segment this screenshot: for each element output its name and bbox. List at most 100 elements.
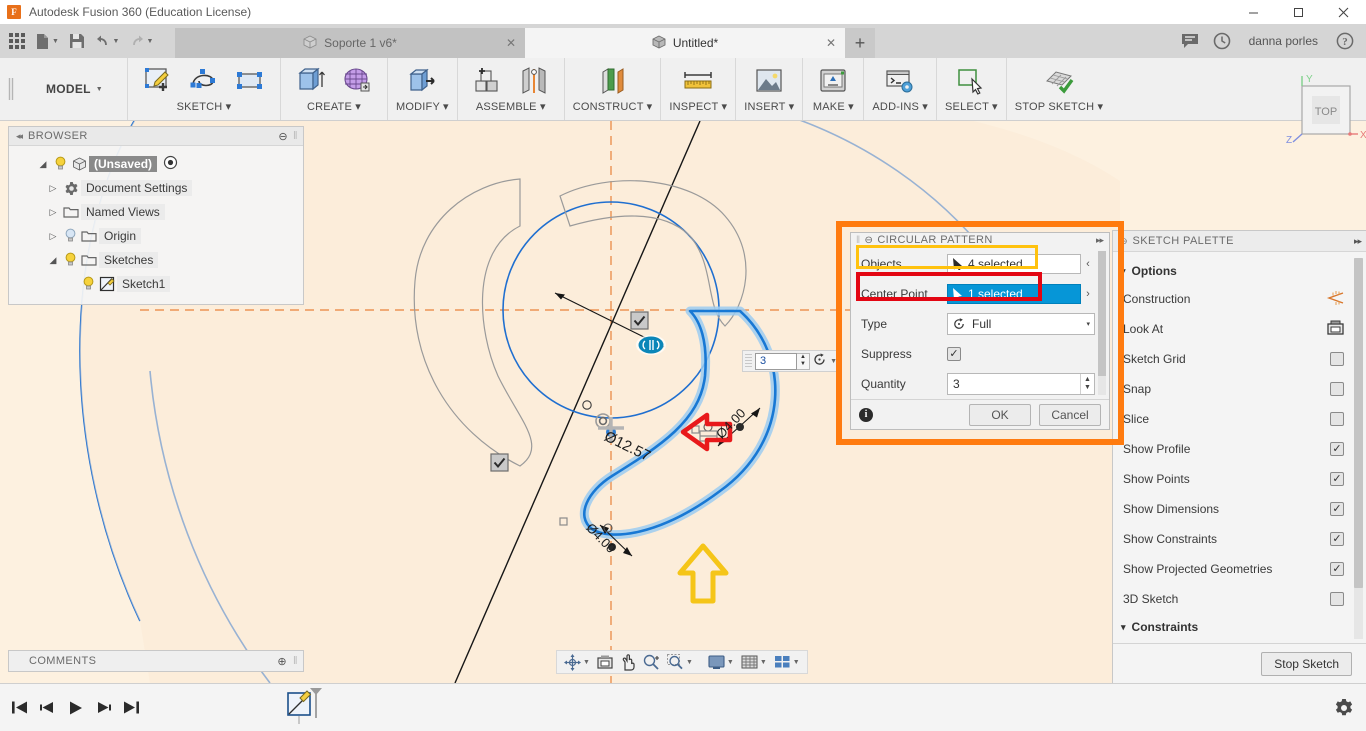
palette-row-show-constraints[interactable]: Show Constraints ✓ (1113, 524, 1366, 554)
visibility-bulb-icon[interactable] (61, 228, 79, 245)
go-to-beginning-button[interactable] (6, 693, 32, 723)
minimize-panel-icon[interactable]: ⊖ (278, 130, 288, 143)
add-comment-icon[interactable]: ⊕ (277, 655, 287, 668)
new-tab-button[interactable]: + (845, 28, 875, 58)
palette-row-sketch-grid[interactable]: Sketch Grid (1113, 344, 1366, 374)
tree-node-sketches[interactable]: ◢ Sketches (9, 248, 303, 272)
palette-row-3d-sketch[interactable]: 3D Sketch (1113, 584, 1366, 614)
3d-print-icon[interactable] (811, 61, 855, 101)
help-icon[interactable]: ? (1330, 26, 1360, 56)
sketch-grid-checkbox[interactable] (1330, 352, 1344, 366)
palette-scroll-thumb[interactable] (1354, 258, 1363, 588)
palette-row-look-at[interactable]: Look At (1113, 314, 1366, 344)
look-at-icon[interactable] (594, 651, 616, 673)
center-point-select-arrow-icon[interactable]: › (1081, 288, 1095, 300)
close-icon[interactable]: ✕ (826, 36, 836, 50)
ribbon-group-label[interactable]: INSERT ▾ (744, 100, 794, 116)
palette-row-show-points[interactable]: Show Points ✓ (1113, 464, 1366, 494)
objects-select-arrow-icon[interactable]: ‹ (1081, 258, 1095, 270)
circular-pattern-type-icon[interactable] (812, 352, 827, 370)
palette-row-show-profile[interactable]: Show Profile ✓ (1113, 434, 1366, 464)
canvas-quantity-input-group[interactable]: 3 ▲ ▼ ▼ (742, 350, 842, 372)
show-constraints-checkbox[interactable]: ✓ (1330, 532, 1344, 546)
slice-checkbox[interactable] (1330, 412, 1344, 426)
save-button[interactable] (64, 26, 90, 56)
show-projected-geometries-checkbox[interactable]: ✓ (1330, 562, 1344, 576)
grid-snaps-icon[interactable]: ▼ (738, 651, 770, 673)
ribbon-group-label[interactable]: SELECT ▾ (945, 100, 998, 116)
ribbon-group-label[interactable]: MODIFY ▾ (396, 100, 449, 116)
panel-grip[interactable]: ‖ (293, 130, 298, 142)
section-constraints[interactable]: ▾ Constraints (1113, 614, 1366, 640)
minimize-dialog-icon[interactable]: ⊖ (865, 235, 874, 246)
viewports-icon[interactable]: ▼ (771, 651, 803, 673)
workspace-selector[interactable]: MODEL ▼ (22, 58, 127, 120)
expand-arrow-icon[interactable]: ▷ (45, 207, 61, 218)
stop-sketch-button[interactable]: Stop Sketch (1261, 651, 1352, 676)
create-sketch-icon[interactable] (136, 61, 180, 101)
ribbon-group-label[interactable]: STOP SKETCH ▾ (1015, 100, 1103, 116)
drag-grip[interactable] (745, 354, 752, 368)
new-component-icon[interactable] (466, 61, 510, 101)
palette-row-show-projected-geometries[interactable]: Show Projected Geometries ✓ (1113, 554, 1366, 584)
measure-icon[interactable] (676, 61, 720, 101)
go-to-end-button[interactable] (118, 693, 144, 723)
new-document-button[interactable]: ▼ (30, 26, 64, 56)
quantity-stepper[interactable]: ▲ ▼ (1080, 374, 1094, 395)
dialog-scrollbar[interactable] (1098, 251, 1106, 396)
ribbon-group-label[interactable]: INSPECT ▾ (669, 100, 727, 116)
expand-arrow-icon[interactable]: ▷ (45, 231, 61, 242)
maximize-button[interactable] (1276, 0, 1321, 24)
form-icon[interactable] (335, 61, 379, 101)
suppress-checkbox[interactable]: ✓ (947, 347, 961, 362)
username-label[interactable]: danna porles (1239, 34, 1328, 48)
show-dimensions-checkbox[interactable]: ✓ (1330, 502, 1344, 516)
visibility-bulb-icon[interactable] (79, 276, 97, 293)
collapse-icon[interactable]: ▸▸ (1354, 236, 1362, 247)
clock-icon[interactable] (1207, 26, 1237, 56)
quantity-input[interactable]: 3 ▲ ▼ (947, 373, 1095, 396)
palette-scrollbar[interactable] (1354, 258, 1363, 639)
tree-node-origin[interactable]: ▷ Origin (9, 224, 303, 248)
3d-sketch-checkbox[interactable] (1330, 592, 1344, 606)
palette-row-construction[interactable]: Construction (1113, 284, 1366, 314)
canvas-quantity-input[interactable]: 3 (755, 352, 797, 370)
ok-button[interactable]: OK (969, 403, 1031, 426)
offset-plane-icon[interactable] (591, 61, 635, 101)
timeline-track[interactable] (144, 684, 1322, 731)
ribbon-grip[interactable] (0, 58, 22, 120)
palette-row-snap[interactable]: Snap (1113, 374, 1366, 404)
ribbon-group-label[interactable]: ADD-INS ▾ (872, 100, 928, 116)
display-settings-icon[interactable]: ▼ (705, 651, 737, 673)
expand-arrow-icon[interactable]: ▷ (45, 183, 61, 194)
viewcube[interactable]: TOP Y Z X (1280, 72, 1366, 146)
snap-checkbox[interactable] (1330, 382, 1344, 396)
panel-grip[interactable]: ‖ (293, 655, 298, 667)
press-pull-icon[interactable] (400, 61, 444, 101)
tree-node-named-views[interactable]: ▷ Named Views (9, 200, 303, 224)
collapse-icon[interactable]: ▸▸ (1096, 235, 1109, 246)
step-back-button[interactable] (34, 693, 60, 723)
palette-row-slice[interactable]: Slice (1113, 404, 1366, 434)
timeline-feature-sketch1[interactable] (285, 684, 331, 731)
minimize-button[interactable] (1231, 0, 1276, 24)
construction-line-icon[interactable] (1326, 290, 1344, 309)
show-profile-checkbox[interactable]: ✓ (1330, 442, 1344, 456)
cancel-button[interactable]: Cancel (1039, 403, 1101, 426)
look-at-icon[interactable] (1327, 320, 1344, 339)
fit-icon[interactable]: ▼ (664, 651, 696, 673)
ribbon-group-label[interactable]: CREATE ▾ (307, 100, 361, 116)
section-options[interactable]: ▾ Options (1113, 258, 1366, 284)
undo-button[interactable]: ▼ (90, 26, 124, 56)
visibility-bulb-icon[interactable] (51, 156, 69, 173)
pan-icon[interactable] (617, 651, 639, 673)
redo-button[interactable]: ▼ (124, 26, 158, 56)
ribbon-group-label[interactable]: ASSEMBLE ▾ (476, 100, 546, 116)
extrude-icon[interactable] (289, 61, 333, 101)
show-points-checkbox[interactable]: ✓ (1330, 472, 1344, 486)
close-button[interactable] (1321, 0, 1366, 24)
collapse-icon[interactable]: ◂◂ (9, 131, 28, 142)
finish-sketch-icon[interactable] (1037, 61, 1081, 101)
zoom-icon[interactable] (640, 651, 663, 673)
scripts-addins-icon[interactable] (878, 61, 922, 101)
